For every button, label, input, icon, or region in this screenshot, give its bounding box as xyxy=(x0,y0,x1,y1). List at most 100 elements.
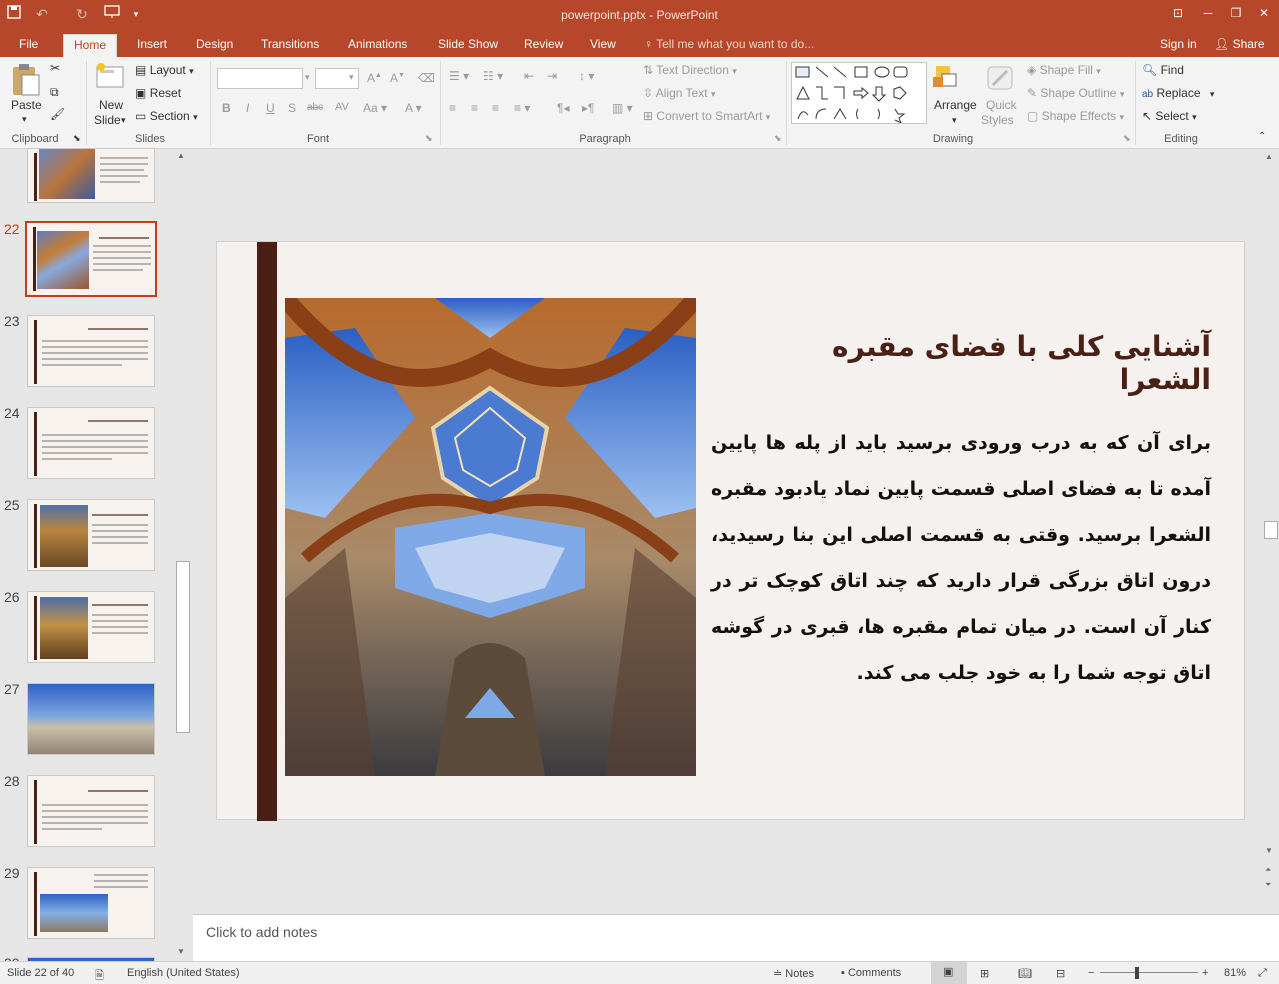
tab-insert[interactable]: Insert xyxy=(127,34,177,57)
align-center-icon[interactable]: ≡ xyxy=(471,101,478,115)
tab-slide-show[interactable]: Slide Show xyxy=(428,34,508,57)
fit-slide-icon[interactable]: ⤢ xyxy=(1258,967,1267,980)
quick-styles-button[interactable] xyxy=(985,63,1015,96)
new-slide-button[interactable] xyxy=(95,62,125,93)
new-slide-dropdown-icon[interactable]: ▾ xyxy=(121,115,126,126)
paste-button[interactable] xyxy=(10,63,42,102)
increase-indent-icon[interactable]: ⇥ xyxy=(547,69,557,83)
zoom-level[interactable]: 81% xyxy=(1224,967,1246,979)
notes-placeholder[interactable]: Click to add notes xyxy=(206,924,317,940)
font-name-dropdown-icon[interactable]: ▾ xyxy=(305,72,310,83)
zoom-slider-thumb[interactable] xyxy=(1135,967,1139,979)
select-button[interactable]: ↖ Select ▾ xyxy=(1142,109,1197,123)
restore-icon[interactable]: ❐ xyxy=(1221,2,1251,24)
layout-button[interactable]: ▤ Layout ▾ xyxy=(135,63,194,77)
normal-view-button[interactable]: ▣ xyxy=(931,962,967,984)
tab-file[interactable]: File xyxy=(9,34,48,57)
scroll-up-icon[interactable]: ▲ xyxy=(177,151,185,160)
next-slide-icon[interactable]: ⏷ xyxy=(1265,880,1271,890)
slide-sorter-icon[interactable]: ⊞ xyxy=(980,967,989,980)
notes-toggle[interactable]: ≐ Notes xyxy=(773,967,814,980)
copy-icon[interactable]: ⧉ xyxy=(50,85,59,100)
tab-view[interactable]: View xyxy=(580,34,626,57)
cut-icon[interactable]: ✂ xyxy=(50,61,60,75)
columns-icon[interactable]: ▥ ▾ xyxy=(612,101,633,115)
zoom-in-icon[interactable]: + xyxy=(1202,967,1208,979)
tab-transitions[interactable]: Transitions xyxy=(251,34,329,57)
section-button[interactable]: ▭ Section ▾ xyxy=(135,109,198,123)
language-indicator[interactable]: English (United States) xyxy=(127,967,240,979)
character-spacing-icon[interactable]: AV xyxy=(335,101,349,113)
slide-body-text[interactable]: برای آن که به درب ورودی برسید باید از پل… xyxy=(711,420,1211,696)
share-button[interactable]: 👤︎ Share xyxy=(1204,34,1275,57)
slide-thumbnail[interactable] xyxy=(27,315,155,387)
slide-thumbnail[interactable] xyxy=(27,775,155,847)
numbering-icon[interactable]: ☷ ▾ xyxy=(483,69,503,83)
slide-thumbnail[interactable] xyxy=(27,867,155,939)
paste-dropdown-icon[interactable]: ▾ xyxy=(22,114,27,125)
justify-icon[interactable]: ≡ ▾ xyxy=(514,101,530,115)
scroll-down-icon[interactable]: ▼ xyxy=(1265,846,1273,855)
rtl-icon[interactable]: ¶◂ xyxy=(557,101,569,115)
scroll-thumb[interactable] xyxy=(176,561,190,733)
decrease-indent-icon[interactable]: ⇤ xyxy=(524,69,534,83)
find-button[interactable]: 🔍︎ Find xyxy=(1142,63,1184,77)
shapes-gallery[interactable] xyxy=(791,62,927,125)
shape-fill-button[interactable]: ◈ Shape Fill ▾ xyxy=(1027,63,1101,77)
previous-slide-icon[interactable]: ⏶ xyxy=(1265,865,1271,875)
change-case-icon[interactable]: Aa ▾ xyxy=(363,101,387,115)
font-color-icon[interactable]: A ▾ xyxy=(405,101,422,115)
comments-toggle[interactable]: ▪ Comments xyxy=(841,967,901,979)
replace-button[interactable]: ab Replace ▾ xyxy=(1142,86,1214,100)
collapse-ribbon-icon[interactable]: ⌃ xyxy=(1258,131,1266,142)
decrease-font-size-icon[interactable]: A▼ xyxy=(390,71,405,85)
tab-design[interactable]: Design xyxy=(186,34,243,57)
reading-view-icon[interactable]: 📖︎ xyxy=(1018,967,1032,980)
slide-show-icon[interactable]: ⊟ xyxy=(1056,967,1065,980)
sign-in-link[interactable]: Sign in xyxy=(1150,34,1207,57)
font-name-box[interactable] xyxy=(217,68,303,89)
paragraph-launcher-icon[interactable]: ⬊ xyxy=(774,133,782,144)
current-slide[interactable]: آشنایی کلی با فضای مقبره الشعرا برای آن … xyxy=(216,241,1245,821)
tell-me-box[interactable]: ♀ Tell me what you want to do... xyxy=(634,34,824,57)
convert-smartart-button[interactable]: ⊞ Convert to SmartArt ▾ xyxy=(643,109,770,123)
italic-icon[interactable]: I xyxy=(246,101,249,115)
align-left-icon[interactable]: ≡ xyxy=(449,101,456,115)
slide-thumbnail[interactable] xyxy=(27,148,155,203)
slide-thumbnail[interactable] xyxy=(27,591,155,663)
clear-formatting-icon[interactable]: ⌫ xyxy=(418,71,435,85)
scroll-thumb[interactable] xyxy=(1264,521,1278,539)
slide-thumbnail[interactable] xyxy=(27,683,155,755)
line-spacing-icon[interactable]: ↕ ▾ xyxy=(579,69,594,83)
tab-animations[interactable]: Animations xyxy=(338,34,417,57)
font-launcher-icon[interactable]: ⬊ xyxy=(425,133,433,144)
slide-title[interactable]: آشنایی کلی با فضای مقبره الشعرا xyxy=(731,330,1211,396)
font-size-dropdown-icon[interactable]: ▾ xyxy=(349,72,354,83)
slide-scrollbar[interactable]: ▲ ▼ ⏶ ⏷ xyxy=(1263,149,1279,914)
slide-photo[interactable] xyxy=(285,298,696,776)
ribbon-display-options-icon[interactable]: ⊡ xyxy=(1163,2,1193,24)
arrange-button[interactable] xyxy=(930,63,960,96)
bullets-icon[interactable]: ☰ ▾ xyxy=(449,69,469,83)
shape-outline-button[interactable]: ✎ Shape Outline ▾ xyxy=(1027,86,1124,100)
spell-check-icon[interactable]: 🗎︎ xyxy=(95,967,104,984)
text-direction-button[interactable]: ⇅ Text Direction ▾ xyxy=(643,63,737,77)
close-icon[interactable]: ✕ xyxy=(1249,2,1279,24)
strikethrough-icon[interactable]: abc xyxy=(307,102,323,113)
tab-home[interactable]: Home xyxy=(63,34,118,57)
align-text-button[interactable]: ⇳ Align Text ▾ xyxy=(643,86,715,100)
text-shadow-icon[interactable]: S xyxy=(288,101,296,115)
scroll-up-icon[interactable]: ▲ xyxy=(1265,152,1273,161)
ltr-icon[interactable]: ▸¶ xyxy=(582,101,594,115)
slide-thumbnail[interactable] xyxy=(27,499,155,571)
scroll-down-icon[interactable]: ▼ xyxy=(177,947,185,956)
increase-font-size-icon[interactable]: A▲ xyxy=(367,71,382,85)
slide-thumbnail[interactable] xyxy=(27,407,155,479)
format-painter-icon[interactable]: 🖌︎ xyxy=(50,107,65,121)
slide-thumbnail[interactable] xyxy=(25,221,157,297)
zoom-slider[interactable] xyxy=(1100,972,1198,973)
arrange-dropdown-icon[interactable]: ▾ xyxy=(952,115,957,126)
zoom-out-icon[interactable]: − xyxy=(1088,967,1094,979)
clipboard-launcher-icon[interactable]: ⬊ xyxy=(73,133,81,144)
drawing-launcher-icon[interactable]: ⬊ xyxy=(1123,133,1131,144)
